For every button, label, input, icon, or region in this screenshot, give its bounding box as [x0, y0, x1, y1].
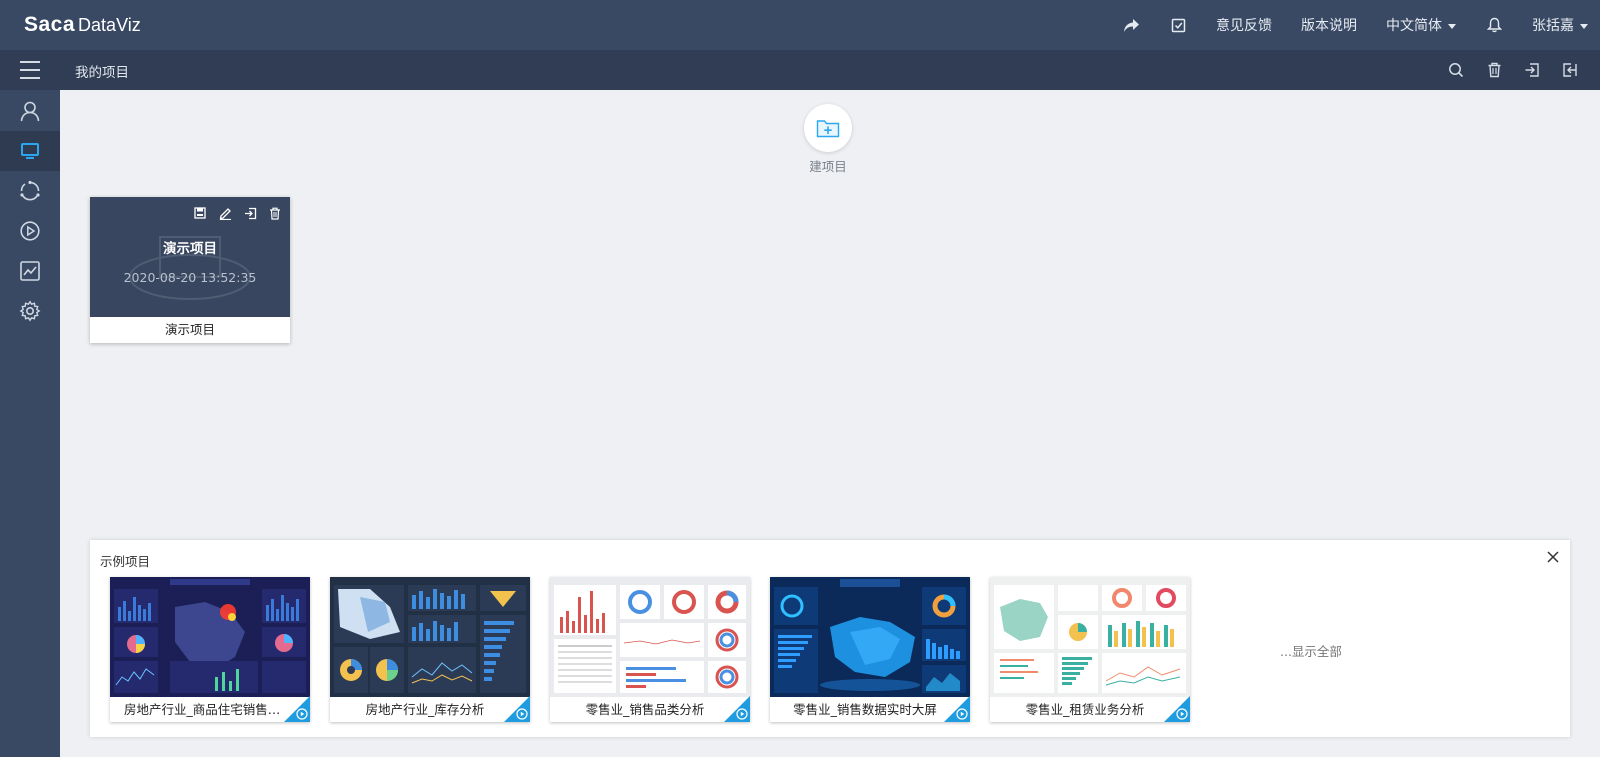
example-thumbnail: [770, 577, 970, 697]
trash-icon[interactable]: [1484, 60, 1504, 80]
sidebar-item-datasource[interactable]: [0, 171, 60, 211]
save-icon[interactable]: [191, 205, 209, 221]
chart-icon: [20, 261, 40, 281]
show-all-link[interactable]: ...显示全部: [1280, 641, 1342, 660]
top-nav: 意见反馈 版本说明 中文简体 张括嘉: [1093, 0, 1588, 50]
user-name: 张括嘉: [1532, 18, 1574, 34]
project-title: 演示项目: [163, 241, 217, 257]
example-label: 房地产行业_库存分析: [365, 702, 485, 717]
checklist-icon: [1169, 16, 1187, 34]
sidebar-item-projects[interactable]: [0, 131, 60, 171]
play-icon: [20, 221, 40, 241]
chevron-down-icon: [1448, 23, 1456, 29]
sidebar-item-settings[interactable]: [0, 291, 60, 331]
examples-header: 示例项目: [100, 554, 151, 569]
close-icon[interactable]: [1546, 550, 1560, 564]
example-label: 零售业_销售品类分析: [585, 702, 705, 717]
logo-main: Saca: [24, 13, 76, 36]
play-icon[interactable]: [1176, 708, 1188, 720]
example-label: 零售业_销售数据实时大屏: [793, 702, 937, 717]
play-icon[interactable]: [296, 708, 308, 720]
search-icon[interactable]: [1446, 60, 1466, 80]
export-icon[interactable]: [1560, 60, 1580, 80]
example-thumbnail: [990, 577, 1190, 697]
top-bar: Saca DataViz 意见反馈 版本说明 中文简体 张括嘉: [0, 0, 1600, 50]
sidebar-item-charts[interactable]: [0, 251, 60, 291]
sidebar: [0, 90, 60, 757]
sidebar-item-play[interactable]: [0, 211, 60, 251]
breadcrumb: 我的项目: [75, 65, 129, 81]
project-date: 2020-08-20 13:52:35: [123, 270, 257, 285]
feedback-link[interactable]: 意见反馈: [1216, 15, 1272, 35]
project-toolbar: [184, 205, 284, 221]
example-card[interactable]: 房地产行业_库存分析: [330, 577, 530, 722]
add-folder-icon: [816, 120, 840, 138]
user-menu[interactable]: 张括嘉: [1532, 15, 1588, 35]
example-projects-panel: 示例项目 房地产行业_商品住宅销售分... 房地产行业_库存分析 零售业_销售品…: [90, 540, 1570, 737]
checklist-button[interactable]: [1169, 16, 1187, 34]
play-icon[interactable]: [736, 708, 748, 720]
example-card[interactable]: 零售业_销售品类分析: [550, 577, 750, 722]
import-icon[interactable]: [1522, 60, 1542, 80]
example-label: 零售业_租赁业务分析: [1025, 702, 1145, 717]
play-icon[interactable]: [956, 708, 968, 720]
sidebar-item-user[interactable]: [0, 91, 60, 131]
user-icon: [20, 101, 40, 122]
app-logo[interactable]: Saca DataViz: [24, 13, 141, 37]
trash-icon[interactable]: [266, 205, 284, 221]
project-card[interactable]: 演示项目 2020-08-20 13:52:35 演示项目: [90, 197, 290, 343]
example-card[interactable]: 零售业_租赁业务分析: [990, 577, 1190, 722]
example-thumbnail: [110, 577, 310, 697]
decorative-illustration: [129, 236, 251, 300]
share-icon: [1122, 16, 1140, 34]
logo-sub: DataViz: [78, 15, 141, 35]
project-name: 演示项目: [164, 322, 215, 337]
example-card[interactable]: 零售业_销售数据实时大屏: [770, 577, 970, 722]
menu-toggle-icon[interactable]: [18, 59, 42, 81]
toolbar-icons: [1428, 50, 1580, 90]
refresh-cycle-icon: [20, 180, 40, 201]
sub-bar: 我的项目: [0, 50, 1600, 90]
language-label: 中文简体: [1386, 18, 1442, 34]
edit-icon[interactable]: [216, 205, 234, 221]
play-icon[interactable]: [516, 708, 528, 720]
release-notes-link[interactable]: 版本说明: [1301, 15, 1357, 35]
language-select[interactable]: 中文简体: [1386, 15, 1456, 35]
notifications-button[interactable]: [1485, 16, 1503, 34]
new-project-button[interactable]: [804, 104, 852, 152]
example-label: 房地产行业_商品住宅销售分...: [124, 702, 293, 717]
monitor-icon: [21, 143, 39, 159]
example-thumbnail: [330, 577, 530, 697]
import-icon[interactable]: [241, 205, 259, 221]
new-project-label: 建项目: [809, 159, 847, 174]
bell-icon: [1485, 16, 1503, 34]
chevron-down-icon: [1580, 23, 1588, 29]
project-thumbnail: 演示项目 2020-08-20 13:52:35: [90, 197, 290, 317]
gear-icon: [19, 300, 41, 322]
example-card[interactable]: 房地产行业_商品住宅销售分...: [110, 577, 310, 722]
share-button[interactable]: [1122, 16, 1140, 34]
example-thumbnail: [550, 577, 750, 697]
